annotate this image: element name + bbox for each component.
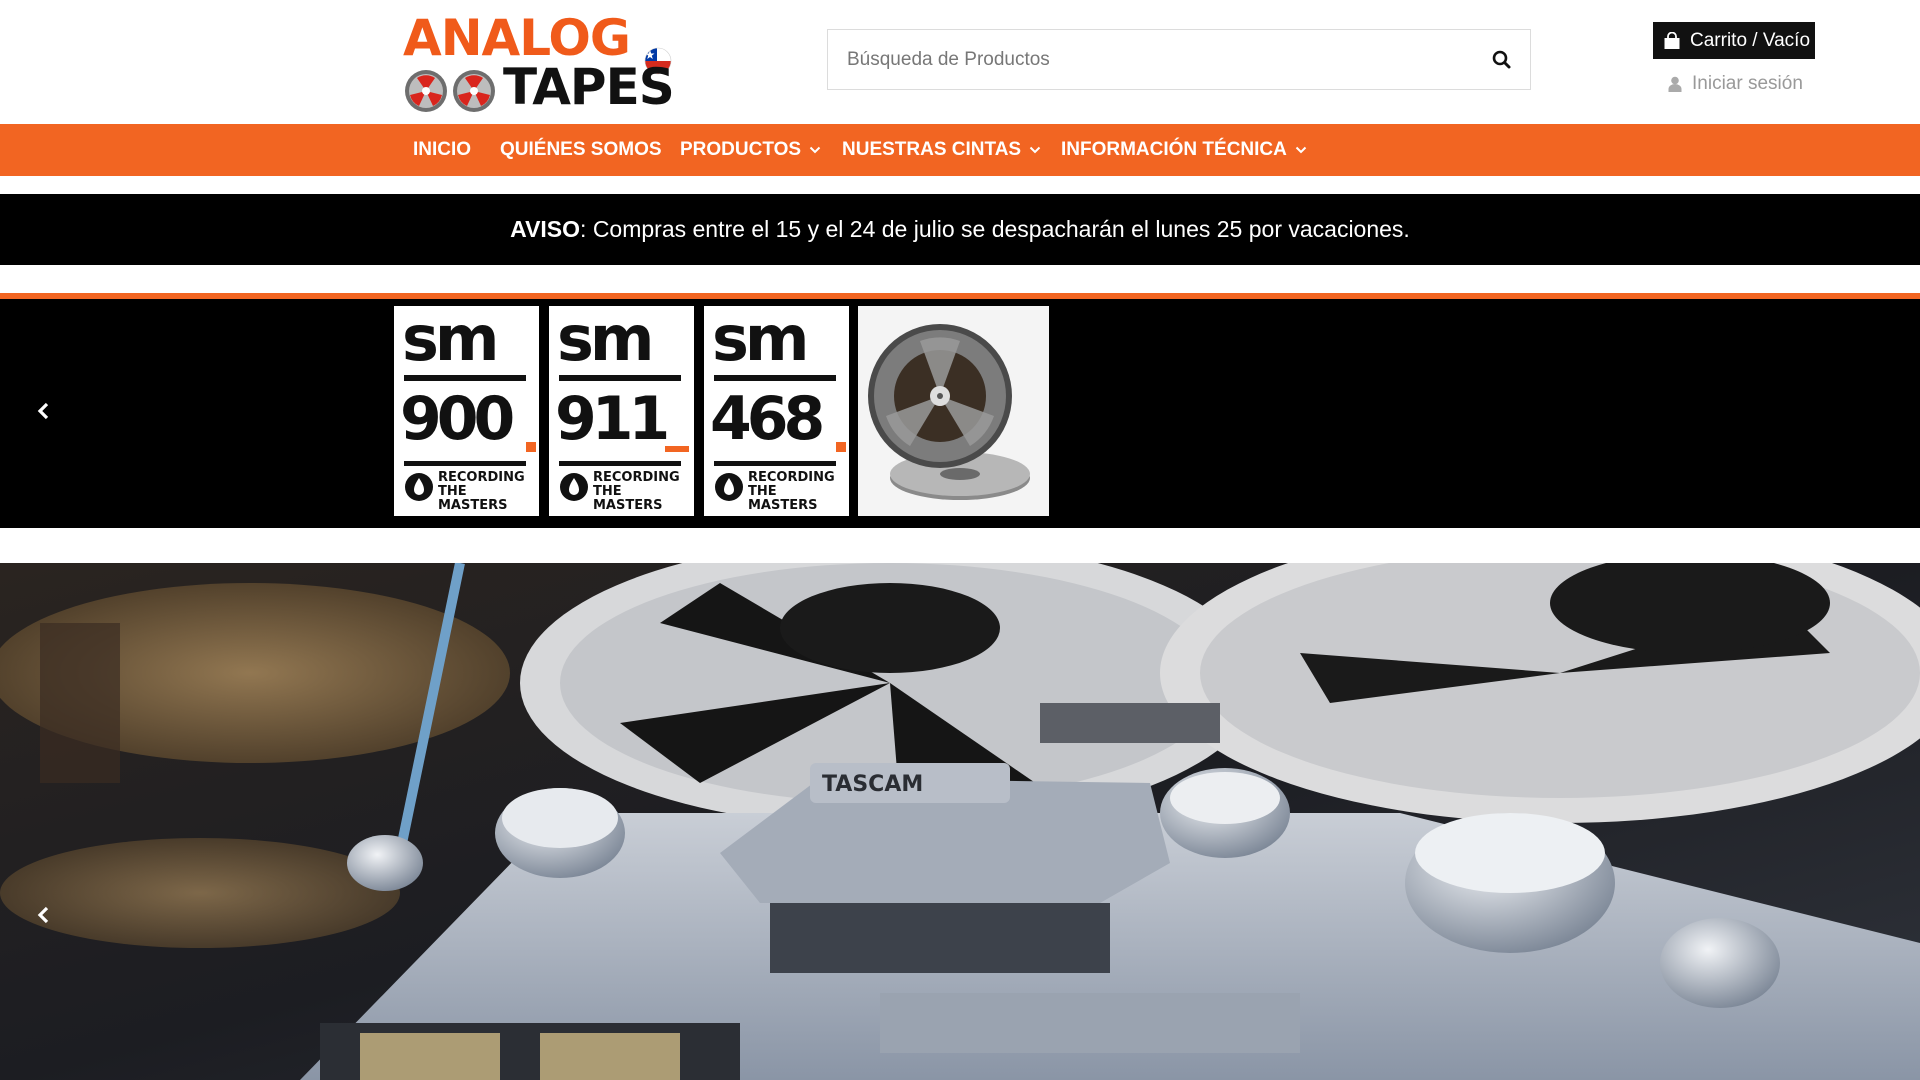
login-link[interactable]: Iniciar sesión: [1668, 72, 1803, 96]
main-nav: INICIO QUIÉNES SOMOS PRODUCTOS NUESTRAS …: [0, 124, 1920, 176]
product-brand: sm: [712, 302, 809, 375]
notice-text: : Compras entre el 15 y el 24 de julio s…: [580, 216, 1410, 242]
divider: [559, 461, 681, 466]
nav-item-label: PRODUCTOS: [680, 139, 802, 160]
hero-image-tascam-recorder: TASCAM: [0, 563, 1920, 1080]
site-header: ANALOG TAPES Búsqueda de Productos Carri…: [0, 0, 1920, 124]
shopping-bag-icon: [1664, 31, 1680, 49]
recording-the-masters-logo: [560, 473, 588, 501]
search-input[interactable]: [828, 30, 1468, 89]
search-form: [827, 29, 1531, 90]
product-badge: RECORDING THE MASTERS: [748, 471, 844, 513]
product-carousel: sm 900 RECORDING THE MASTERS sm 911 RECO…: [0, 299, 1920, 528]
badge-line: THE MASTERS: [748, 484, 818, 513]
recording-the-masters-logo: [405, 473, 433, 501]
accent-dot: [836, 442, 846, 452]
nav-item-label: INICIO: [413, 139, 472, 160]
product-badge: RECORDING THE MASTERS: [593, 471, 689, 513]
product-model: 900: [400, 384, 515, 454]
badge-line: THE MASTERS: [593, 484, 663, 513]
tape-reel-image: [858, 306, 1049, 516]
chevron-left-icon[interactable]: [34, 399, 54, 423]
product-card-tape-reel[interactable]: [858, 306, 1049, 516]
nav-item-informacion-tecnica[interactable]: INFORMACIÓN TÉCNICA: [1061, 124, 1307, 176]
badge-line: THE MASTERS: [438, 484, 508, 513]
divider: [404, 375, 526, 381]
notice-label: AVISO: [510, 216, 581, 242]
divider: [559, 375, 681, 381]
chevron-down-icon: [809, 146, 821, 154]
search-button[interactable]: [1486, 44, 1518, 76]
divider: [714, 461, 836, 466]
nav-item-quienes-somos[interactable]: QUIÉNES SOMOS: [500, 124, 662, 176]
nav-item-productos[interactable]: PRODUCTOS: [680, 124, 821, 176]
analog-tapes-logo[interactable]: ANALOG TAPES: [403, 10, 675, 114]
chevron-left-icon[interactable]: [34, 903, 54, 927]
product-model: 468: [710, 384, 825, 454]
logo-text-tapes: TAPES: [503, 58, 675, 116]
recording-the-masters-logo: [715, 473, 743, 501]
reel-icon: [405, 70, 447, 112]
accent-dash: [665, 446, 689, 452]
cart-button[interactable]: Carrito / Vacío: [1653, 22, 1815, 59]
nav-item-label: QUIÉNES SOMOS: [500, 139, 662, 160]
product-card-sm911[interactable]: sm 911 RECORDING THE MASTERS: [549, 306, 694, 516]
notice-banner: AVISO : Compras entre el 15 y el 24 de j…: [0, 194, 1920, 265]
cart-label: Carrito / Vacío: [1690, 29, 1811, 51]
badge-line: RECORDING: [593, 470, 680, 485]
product-card-sm468[interactable]: sm 468 RECORDING THE MASTERS: [704, 306, 849, 516]
divider: [714, 375, 836, 381]
search-icon: [1492, 50, 1511, 69]
product-card-sm900[interactable]: sm 900 RECORDING THE MASTERS: [394, 306, 539, 516]
accent-dot: [526, 442, 536, 452]
nav-item-label: INFORMACIÓN TÉCNICA: [1061, 139, 1287, 160]
login-label: Iniciar sesión: [1692, 73, 1803, 94]
nav-item-inicio[interactable]: INICIO: [413, 124, 471, 176]
nav-item-label: NUESTRAS CINTAS: [842, 139, 1022, 160]
nav-item-nuestras-cintas[interactable]: NUESTRAS CINTAS: [842, 124, 1041, 176]
divider: [404, 461, 526, 466]
user-icon: [1668, 76, 1682, 92]
product-badge: RECORDING THE MASTERS: [438, 471, 534, 513]
reel-icon: [453, 70, 495, 112]
product-brand: sm: [557, 302, 654, 375]
hero-slider: TASCAM: [0, 563, 1920, 1080]
badge-line: RECORDING: [748, 470, 835, 485]
product-brand: sm: [402, 302, 499, 375]
chevron-down-icon: [1029, 146, 1041, 154]
badge-line: RECORDING: [438, 470, 525, 485]
chevron-down-icon: [1295, 146, 1307, 154]
product-model: 911: [555, 384, 670, 454]
device-brand-text: TASCAM: [822, 772, 923, 797]
